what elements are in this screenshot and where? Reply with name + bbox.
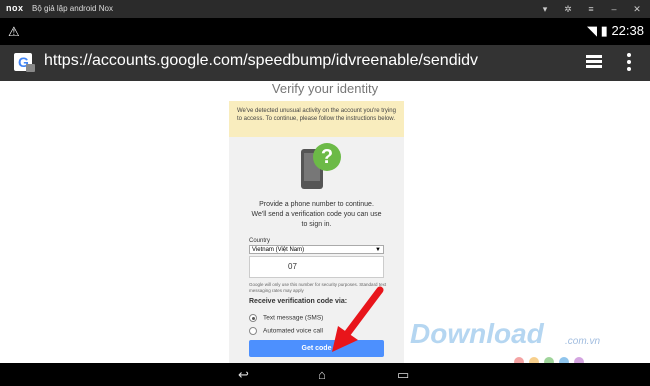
url-text[interactable]: https://accounts.google.com/speedbump/id…: [44, 52, 478, 70]
nox-logo: nox: [6, 3, 24, 13]
radio-sms[interactable]: [249, 314, 257, 322]
country-label: Country: [249, 238, 271, 244]
option-voice-label: Automated voice call: [263, 327, 323, 335]
chevron-down-icon: ▼: [375, 247, 381, 253]
window-title: Bộ giả lập android Nox: [32, 4, 113, 13]
red-arrow-annotation: [332, 286, 384, 352]
wifi-icon: ◥: [587, 23, 598, 38]
phone-number-input[interactable]: 07: [249, 256, 384, 278]
android-status-bar: ⚠ ◥ ▮ 22:38: [0, 18, 650, 45]
web-page: Verify your identity We've detected unus…: [0, 81, 650, 363]
status-icons: ◥ ▮ 22:38: [587, 23, 644, 39]
country-value: Vietnam (Việt Nam): [252, 247, 305, 253]
option-voice[interactable]: Automated voice call: [249, 327, 323, 335]
warning-icon: ⚠: [8, 24, 20, 39]
overflow-menu-icon[interactable]: [627, 53, 631, 74]
option-sms-label: Text message (SMS): [263, 314, 324, 322]
page-title: Verify your identity: [271, 81, 379, 96]
browser-address-bar: G https://accounts.google.com/speedbump/…: [0, 45, 650, 81]
lock-icon: [26, 64, 35, 72]
clock: 22:38: [611, 23, 644, 38]
emulator-title-bar: nox Bộ giả lập android Nox ▾ ✲ ≡ – ✕: [0, 0, 650, 18]
phone-question-icon: ?: [299, 143, 349, 193]
close-icon[interactable]: ✕: [630, 2, 644, 16]
tabs-icon[interactable]: [586, 55, 602, 69]
minimize-icon[interactable]: –: [607, 2, 621, 16]
menu-icon[interactable]: ≡: [584, 2, 598, 16]
android-nav-bar: ↩ ⌂ ▭: [0, 363, 650, 386]
watermark-text: Download: [410, 318, 544, 349]
radio-voice[interactable]: [249, 327, 257, 335]
home-icon[interactable]: ⌂: [318, 367, 326, 382]
settings-icon[interactable]: ✲: [561, 2, 575, 16]
country-select[interactable]: Vietnam (Việt Nam) ▼: [249, 245, 384, 254]
instructions-text: Provide a phone number to continue. We'l…: [251, 201, 382, 228]
back-icon[interactable]: ↩: [238, 367, 249, 383]
option-sms[interactable]: Text message (SMS): [249, 314, 323, 322]
alert-box: We've detected unusual activity on the a…: [229, 101, 404, 137]
question-mark-icon: ?: [313, 143, 341, 171]
sidebar-toggle-icon[interactable]: ▾: [538, 2, 552, 16]
recent-apps-icon[interactable]: ▭: [397, 367, 409, 383]
battery-icon: ▮: [600, 23, 608, 38]
watermark-domain: .com.vn: [565, 336, 601, 347]
